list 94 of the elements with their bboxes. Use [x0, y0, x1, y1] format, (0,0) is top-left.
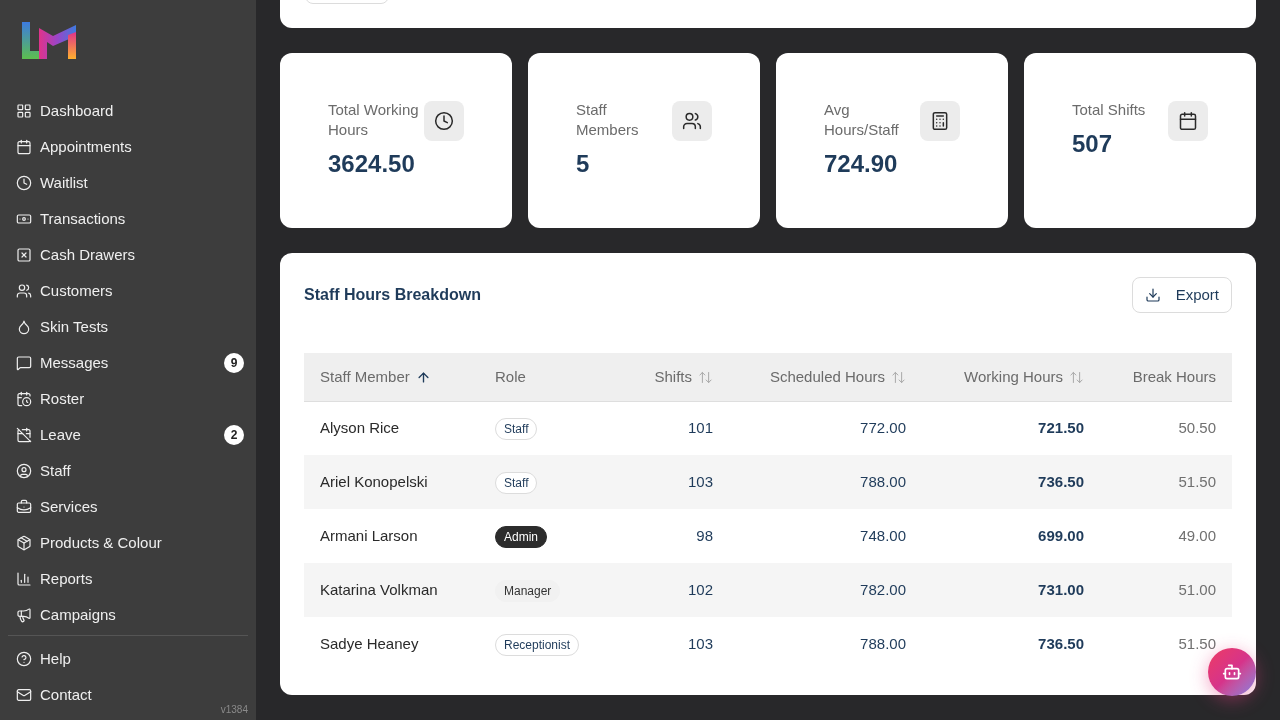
robot-icon — [1222, 662, 1242, 682]
table-cell: 782.00 — [729, 563, 922, 617]
banknote-icon — [16, 211, 32, 227]
table-cell: 731.00 — [922, 563, 1100, 617]
download-icon — [1144, 287, 1161, 303]
count-badge: 2 — [224, 425, 244, 445]
nav-item[interactable]: Messages 9 — [8, 345, 248, 381]
nav-item[interactable]: Cash Drawers — [8, 237, 248, 273]
bar-chart-icon — [16, 571, 32, 587]
table-cell: 788.00 — [729, 455, 922, 509]
calculator-tile-icon — [920, 101, 960, 141]
table-cell: 51.00 — [1100, 563, 1232, 617]
table-cell: 721.50 — [922, 401, 1100, 455]
table-cell: 51.50 — [1100, 617, 1232, 671]
table-cell: Sadye Heaney — [304, 617, 479, 671]
table-cell: Katarina Volkman — [304, 563, 479, 617]
grid-icon — [16, 103, 32, 119]
table-cell: 51.50 — [1100, 455, 1232, 509]
role-tag: Staff — [495, 418, 538, 441]
table-cell: 103 — [624, 617, 729, 671]
calendar-icon — [16, 139, 32, 155]
stat-value: 3624.50 — [328, 149, 416, 179]
calendar-off-icon — [16, 427, 32, 443]
nav-item[interactable]: Skin Tests — [8, 309, 248, 345]
table-cell: 103 — [624, 455, 729, 509]
sort-ascending-icon — [415, 370, 431, 386]
table-cell: 736.50 — [922, 617, 1100, 671]
nav-item[interactable]: Reports — [8, 561, 248, 597]
stat-value: 724.90 — [824, 149, 899, 179]
table-cell: 736.50 — [922, 455, 1100, 509]
nav-item[interactable]: Leave 2 — [8, 417, 248, 453]
nav-item[interactable]: Campaigns — [8, 597, 248, 633]
column-header[interactable]: Staff Member — [304, 353, 479, 401]
megaphone-icon — [16, 607, 32, 623]
table-cell: 748.00 — [729, 509, 922, 563]
stat-label: Avg Hours/Staff — [824, 100, 900, 140]
column-header[interactable]: Shifts — [624, 353, 729, 401]
role-tag: Receptionist — [495, 634, 580, 656]
table-cell: Armani Larson — [304, 509, 479, 563]
table-cell: 102 — [624, 563, 729, 617]
role-tag: Admin — [495, 526, 547, 548]
droplet-icon — [16, 319, 32, 335]
table-cell: 50.50 — [1100, 401, 1232, 455]
column-header[interactable]: Scheduled Hours — [729, 353, 922, 401]
user-circle-icon — [16, 463, 32, 479]
users-icon — [16, 283, 32, 299]
stat-label: Staff Members — [576, 100, 640, 140]
nav-item[interactable]: Appointments — [8, 129, 248, 165]
table-cell: 49.00 — [1100, 509, 1232, 563]
table-cell: Alyson Rice — [304, 401, 479, 455]
column-header: Role — [479, 353, 624, 401]
box-icon — [16, 535, 32, 551]
stat-value: 507 — [1072, 129, 1114, 159]
help-icon — [16, 651, 32, 667]
nav-item[interactable]: Waitlist — [8, 165, 248, 201]
stat-label: Total Shifts — [1072, 100, 1147, 120]
sort-icon — [698, 370, 713, 386]
chat-bubble-icon — [16, 355, 32, 371]
nav-item[interactable]: Services — [8, 489, 248, 525]
nav-item[interactable]: Contact — [8, 677, 100, 713]
table-cell: 101 — [624, 401, 729, 455]
column-header: Break Hours — [1100, 353, 1232, 401]
role-tag: Manager — [495, 580, 561, 602]
nav-item[interactable]: Transactions — [8, 201, 248, 237]
export-button[interactable]: Export — [1131, 277, 1232, 313]
table-cell: 772.00 — [729, 401, 922, 455]
role-tag: Staff — [495, 472, 538, 494]
table-cell: 788.00 — [729, 617, 922, 671]
table-cell: Ariel Konopelski — [304, 455, 479, 509]
nav-item[interactable]: Staff — [8, 453, 248, 489]
stat-label: Total Working Hours — [328, 100, 420, 140]
column-header[interactable]: Working Hours — [922, 353, 1100, 401]
version-label: v1384 — [220, 704, 248, 716]
nav-item[interactable]: Products & Colour — [8, 525, 248, 561]
nav-item[interactable]: Help — [8, 641, 79, 677]
stat-value: 5 — [576, 149, 591, 179]
nav-item[interactable]: Customers — [8, 273, 248, 309]
calendar-clock-icon — [16, 391, 32, 407]
logo — [22, 22, 76, 59]
nav-item[interactable]: Dashboard — [8, 93, 248, 129]
calendar-tile-icon — [1168, 101, 1208, 141]
table-cell: 699.00 — [922, 509, 1100, 563]
clock-tile-icon — [424, 101, 464, 141]
sort-icon — [891, 370, 906, 386]
briefcase-icon — [16, 499, 32, 515]
clock-icon — [16, 175, 32, 191]
count-badge: 9 — [224, 353, 244, 373]
x-square-icon — [16, 247, 32, 263]
nav-item[interactable]: Roster — [8, 381, 248, 417]
mail-icon — [16, 687, 32, 703]
section-title: Staff Hours Breakdown — [304, 285, 481, 305]
sort-icon — [1069, 370, 1084, 386]
table-cell: 98 — [624, 509, 729, 563]
users-tile-icon — [672, 101, 712, 141]
